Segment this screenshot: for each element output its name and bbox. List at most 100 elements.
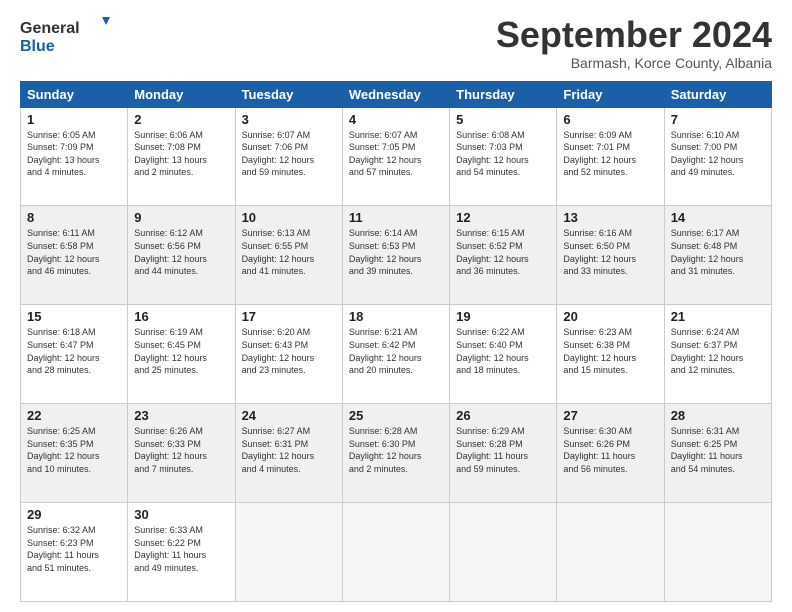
day-info: Sunrise: 6:21 AM Sunset: 6:42 PM Dayligh… (349, 326, 443, 376)
day-number: 23 (134, 408, 228, 423)
day-number: 9 (134, 210, 228, 225)
day-number: 13 (563, 210, 657, 225)
calendar-table: Sunday Monday Tuesday Wednesday Thursday… (20, 81, 772, 602)
day-info: Sunrise: 6:23 AM Sunset: 6:38 PM Dayligh… (563, 326, 657, 376)
day-number: 25 (349, 408, 443, 423)
calendar-row: 8 Sunrise: 6:11 AM Sunset: 6:58 PM Daylig… (21, 206, 772, 305)
day-info: Sunrise: 6:25 AM Sunset: 6:35 PM Dayligh… (27, 425, 121, 475)
day-number: 27 (563, 408, 657, 423)
table-row: 28 Sunrise: 6:31 AM Sunset: 6:25 PM Dayli… (664, 404, 771, 503)
table-row: 8 Sunrise: 6:11 AM Sunset: 6:58 PM Daylig… (21, 206, 128, 305)
table-row: 15Sunrise: 6:18 AM Sunset: 6:47 PM Dayli… (21, 305, 128, 404)
table-row: 9 Sunrise: 6:12 AM Sunset: 6:56 PM Daylig… (128, 206, 235, 305)
table-row: 26Sunrise: 6:29 AM Sunset: 6:28 PM Dayli… (450, 404, 557, 503)
day-number: 24 (242, 408, 336, 423)
day-info: Sunrise: 6:31 AM Sunset: 6:25 PM Dayligh… (671, 425, 765, 475)
day-number: 12 (456, 210, 550, 225)
title-block: September 2024 Barmash, Korce County, Al… (496, 15, 772, 71)
table-row: 11Sunrise: 6:14 AM Sunset: 6:53 PM Dayli… (342, 206, 449, 305)
day-info: Sunrise: 6:26 AM Sunset: 6:33 PM Dayligh… (134, 425, 228, 475)
day-info: Sunrise: 6:08 AM Sunset: 7:03 PM Dayligh… (456, 129, 550, 179)
day-number: 3 (242, 112, 336, 127)
page: General Blue September 2024 Barmash, Kor… (0, 0, 792, 612)
day-info: Sunrise: 6:13 AM Sunset: 6:55 PM Dayligh… (242, 227, 336, 277)
day-info: Sunrise: 6:10 AM Sunset: 7:00 PM Dayligh… (671, 129, 765, 179)
day-number: 6 (563, 112, 657, 127)
day-number: 14 (671, 210, 765, 225)
month-title: September 2024 (496, 15, 772, 55)
day-info: Sunrise: 6:30 AM Sunset: 6:26 PM Dayligh… (563, 425, 657, 475)
table-row (557, 503, 664, 602)
day-number: 18 (349, 309, 443, 324)
day-info: Sunrise: 6:33 AM Sunset: 6:22 PM Dayligh… (134, 524, 228, 574)
day-info: Sunrise: 6:27 AM Sunset: 6:31 PM Dayligh… (242, 425, 336, 475)
header-sunday: Sunday (21, 81, 128, 107)
table-row: 2Sunrise: 6:06 AM Sunset: 7:08 PM Daylig… (128, 107, 235, 206)
logo-svg: General Blue (20, 15, 115, 57)
table-row: 19Sunrise: 6:22 AM Sunset: 6:40 PM Dayli… (450, 305, 557, 404)
day-info: Sunrise: 6:07 AM Sunset: 7:06 PM Dayligh… (242, 129, 336, 179)
day-number: 15 (27, 309, 121, 324)
calendar-row: 29 Sunrise: 6:32 AM Sunset: 6:23 PM Dayli… (21, 503, 772, 602)
table-row: 24 Sunrise: 6:27 AM Sunset: 6:31 PM Dayli… (235, 404, 342, 503)
day-number: 16 (134, 309, 228, 324)
day-info: Sunrise: 6:20 AM Sunset: 6:43 PM Dayligh… (242, 326, 336, 376)
logo: General Blue (20, 15, 115, 57)
table-row: 1 Sunrise: 6:05 AM Sunset: 7:09 PM Daylig… (21, 107, 128, 206)
day-number: 10 (242, 210, 336, 225)
day-info: Sunrise: 6:17 AM Sunset: 6:48 PM Dayligh… (671, 227, 765, 277)
day-number: 11 (349, 210, 443, 225)
day-number: 4 (349, 112, 443, 127)
table-row: 23 Sunrise: 6:26 AM Sunset: 6:33 PM Dayli… (128, 404, 235, 503)
header-thursday: Thursday (450, 81, 557, 107)
table-row: 25 Sunrise: 6:28 AM Sunset: 6:30 PM Dayli… (342, 404, 449, 503)
table-row: 21 Sunrise: 6:24 AM Sunset: 6:37 PM Dayli… (664, 305, 771, 404)
day-number: 30 (134, 507, 228, 522)
day-info: Sunrise: 6:28 AM Sunset: 6:30 PM Dayligh… (349, 425, 443, 475)
svg-text:Blue: Blue (20, 38, 55, 55)
calendar-row: 1 Sunrise: 6:05 AM Sunset: 7:09 PM Daylig… (21, 107, 772, 206)
calendar-header-row: Sunday Monday Tuesday Wednesday Thursday… (21, 81, 772, 107)
day-info: Sunrise: 6:16 AM Sunset: 6:50 PM Dayligh… (563, 227, 657, 277)
day-info: Sunrise: 6:12 AM Sunset: 6:56 PM Dayligh… (134, 227, 228, 277)
table-row: 17 Sunrise: 6:20 AM Sunset: 6:43 PM Dayli… (235, 305, 342, 404)
table-row: 10 Sunrise: 6:13 AM Sunset: 6:55 PM Dayli… (235, 206, 342, 305)
day-number: 29 (27, 507, 121, 522)
table-row: 4Sunrise: 6:07 AM Sunset: 7:05 PM Daylig… (342, 107, 449, 206)
day-number: 22 (27, 408, 121, 423)
day-number: 21 (671, 309, 765, 324)
table-row: 12 Sunrise: 6:15 AM Sunset: 6:52 PM Dayli… (450, 206, 557, 305)
header-saturday: Saturday (664, 81, 771, 107)
calendar-row: 15Sunrise: 6:18 AM Sunset: 6:47 PM Dayli… (21, 305, 772, 404)
header-monday: Monday (128, 81, 235, 107)
calendar-row: 22 Sunrise: 6:25 AM Sunset: 6:35 PM Dayli… (21, 404, 772, 503)
header-wednesday: Wednesday (342, 81, 449, 107)
table-row: 7 Sunrise: 6:10 AM Sunset: 7:00 PM Daylig… (664, 107, 771, 206)
table-row: 5Sunrise: 6:08 AM Sunset: 7:03 PM Daylig… (450, 107, 557, 206)
table-row (342, 503, 449, 602)
table-row (235, 503, 342, 602)
table-row: 27 Sunrise: 6:30 AM Sunset: 6:26 PM Dayli… (557, 404, 664, 503)
table-row: 20Sunrise: 6:23 AM Sunset: 6:38 PM Dayli… (557, 305, 664, 404)
table-row: 3 Sunrise: 6:07 AM Sunset: 7:06 PM Daylig… (235, 107, 342, 206)
table-row: 18 Sunrise: 6:21 AM Sunset: 6:42 PM Dayli… (342, 305, 449, 404)
day-number: 28 (671, 408, 765, 423)
day-info: Sunrise: 6:32 AM Sunset: 6:23 PM Dayligh… (27, 524, 121, 574)
day-info: Sunrise: 6:22 AM Sunset: 6:40 PM Dayligh… (456, 326, 550, 376)
table-row: 29 Sunrise: 6:32 AM Sunset: 6:23 PM Dayli… (21, 503, 128, 602)
location-subtitle: Barmash, Korce County, Albania (496, 55, 772, 71)
day-info: Sunrise: 6:15 AM Sunset: 6:52 PM Dayligh… (456, 227, 550, 277)
day-info: Sunrise: 6:24 AM Sunset: 6:37 PM Dayligh… (671, 326, 765, 376)
svg-text:General: General (20, 20, 80, 37)
day-number: 1 (27, 112, 121, 127)
table-row: 13 Sunrise: 6:16 AM Sunset: 6:50 PM Dayli… (557, 206, 664, 305)
day-number: 17 (242, 309, 336, 324)
table-row: 22 Sunrise: 6:25 AM Sunset: 6:35 PM Dayli… (21, 404, 128, 503)
day-number: 8 (27, 210, 121, 225)
table-row: 16Sunrise: 6:19 AM Sunset: 6:45 PM Dayli… (128, 305, 235, 404)
day-info: Sunrise: 6:11 AM Sunset: 6:58 PM Dayligh… (27, 227, 121, 277)
day-info: Sunrise: 6:05 AM Sunset: 7:09 PM Dayligh… (27, 129, 121, 179)
day-number: 7 (671, 112, 765, 127)
day-info: Sunrise: 6:09 AM Sunset: 7:01 PM Dayligh… (563, 129, 657, 179)
table-row: 30 Sunrise: 6:33 AM Sunset: 6:22 PM Dayli… (128, 503, 235, 602)
